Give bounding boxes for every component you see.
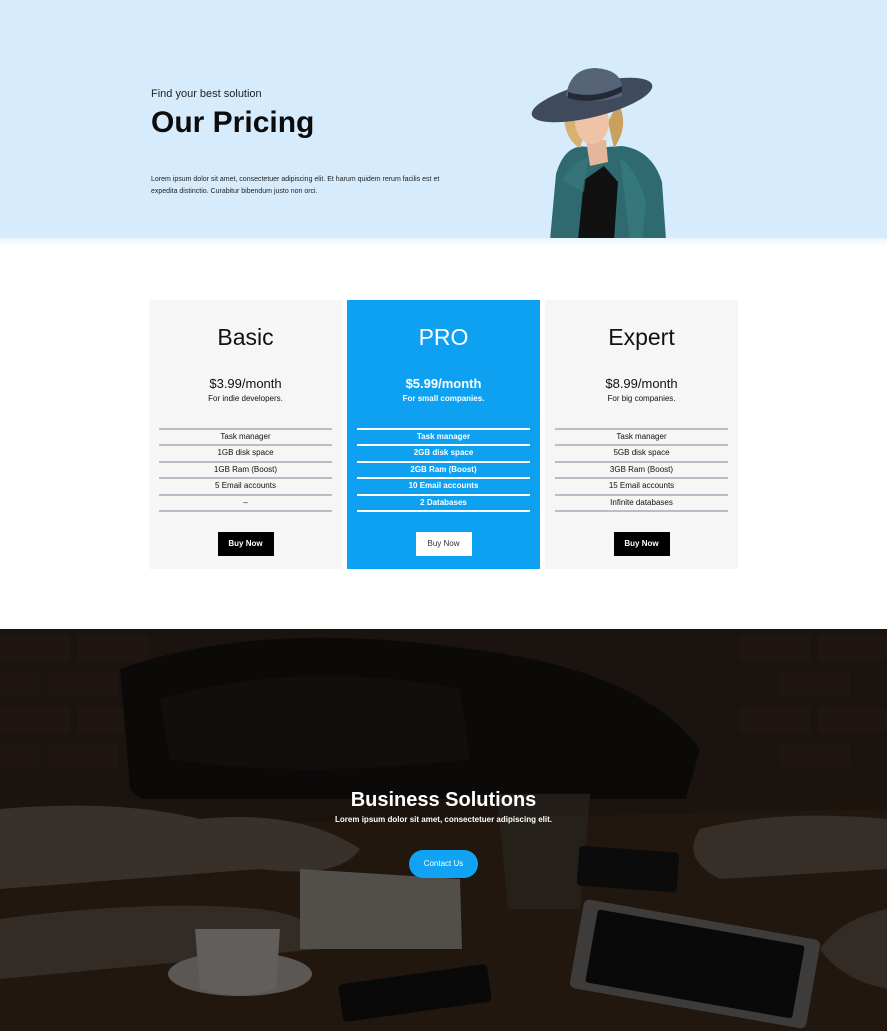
feature-item: Task manager <box>357 430 530 447</box>
hero-subtitle: Find your best solution <box>151 88 262 100</box>
plan-audience: For indie developers. <box>208 394 283 403</box>
feature-item: 15 Email accounts <box>555 479 728 496</box>
buy-now-button[interactable]: Buy Now <box>217 532 274 556</box>
plan-name: Expert <box>608 324 675 350</box>
feature-item: 2GB Ram (Boost) <box>357 463 530 480</box>
plan-price: $8.99/month <box>605 376 678 391</box>
feature-list: Task manager 2GB disk space 2GB Ram (Boo… <box>357 428 530 512</box>
feature-item: 3GB Ram (Boost) <box>555 463 728 480</box>
business-description: Lorem ipsum dolor sit amet, consectetuer… <box>335 815 552 824</box>
business-section: Business Solutions Lorem ipsum dolor sit… <box>0 629 887 1031</box>
plan-price: $3.99/month <box>209 376 282 391</box>
buy-now-button[interactable]: Buy Now <box>613 532 670 556</box>
feature-list: Task manager 1GB disk space 1GB Ram (Boo… <box>159 428 332 512</box>
woman-hat-photo <box>531 68 666 240</box>
business-title: Business Solutions <box>350 789 537 811</box>
hero-description: Lorem ipsum dolor sit amet, consectetuer… <box>151 176 440 195</box>
plan-audience: For small companies. <box>402 394 485 403</box>
feature-item: 1GB disk space <box>159 446 332 463</box>
feature-item: Task manager <box>555 430 728 447</box>
feature-item: 2 Databases <box>357 496 530 512</box>
hero-section: Find your best solution Our Pricing Lore… <box>0 0 887 240</box>
contact-us-button[interactable]: Contact Us <box>409 850 478 878</box>
hero-divider <box>0 238 887 246</box>
feature-item: 1GB Ram (Boost) <box>159 463 332 480</box>
business-background-photo <box>0 629 887 1031</box>
feature-list: Task manager 5GB disk space 3GB Ram (Boo… <box>555 428 728 512</box>
plan-price: $5.99/month <box>405 376 482 391</box>
feature-item: Task manager <box>159 430 332 447</box>
plan-name: PRO <box>418 324 469 350</box>
feature-item: Infinite databases <box>555 496 728 512</box>
pricing-card-expert: Expert $8.99/month For big companies. Ta… <box>545 300 738 569</box>
buy-now-button[interactable]: Buy Now <box>415 532 472 556</box>
feature-item: 2GB disk space <box>357 446 530 463</box>
feature-item: – <box>159 496 332 512</box>
feature-item: 10 Email accounts <box>357 479 530 496</box>
pricing-card-basic: Basic $3.99/month For indie developers. … <box>149 300 342 569</box>
pricing-card-pro: PRO $5.99/month For small companies. Tas… <box>347 300 540 569</box>
feature-item: 5 Email accounts <box>159 479 332 496</box>
plan-audience: For big companies. <box>607 394 676 403</box>
plan-name: Basic <box>217 324 274 350</box>
page-title: Our Pricing <box>151 106 315 139</box>
feature-item: 5GB disk space <box>555 446 728 463</box>
